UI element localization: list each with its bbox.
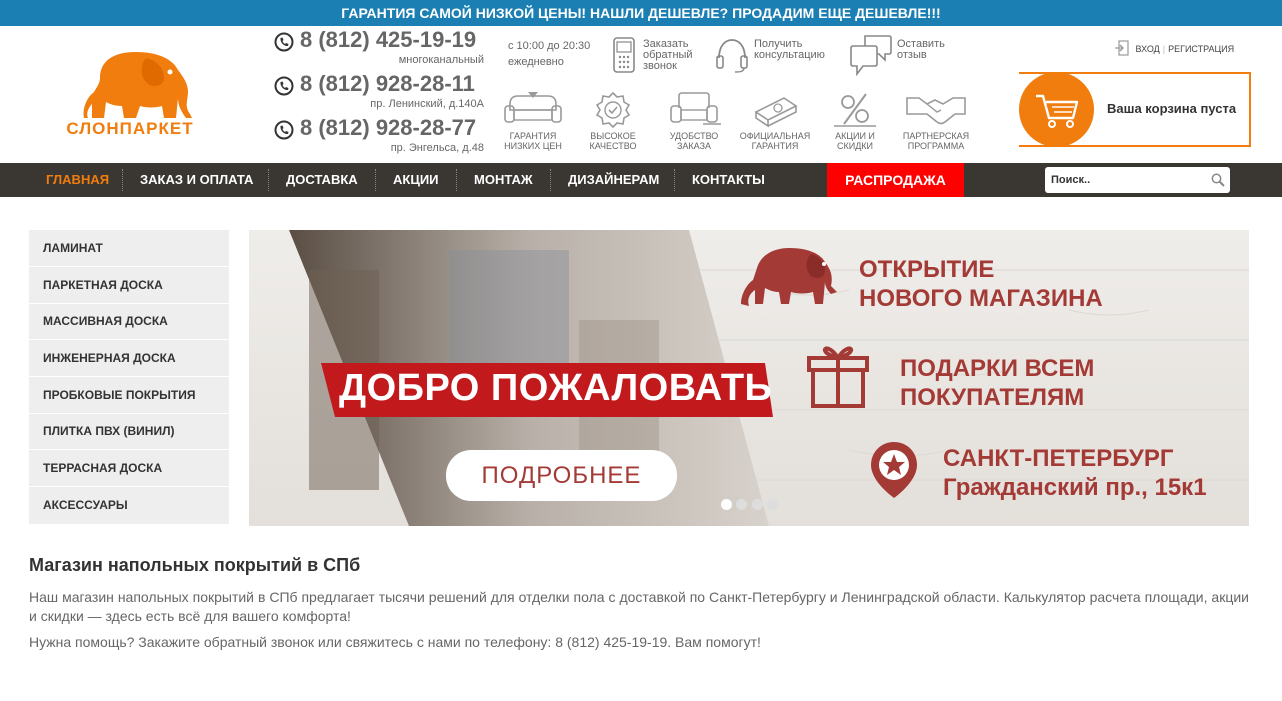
sidebar-item-solid-board[interactable]: Массивная доска: [29, 303, 229, 340]
feature-label: Официальная гарантия: [739, 131, 811, 151]
nav-order-payment[interactable]: Заказ и оплата: [140, 163, 253, 197]
feature-partner-program[interactable]: Партнерская программа: [895, 90, 977, 151]
feature-label: Гарантия низких цен: [504, 131, 562, 151]
headset-icon: [716, 39, 748, 73]
sidebar-item-parquet-board[interactable]: Паркетная доска: [29, 267, 229, 304]
working-hours: с 10:00 до 20:30 ежедневно: [508, 38, 590, 70]
quality-badge-icon: [595, 91, 631, 128]
banner-line-gifts: ПОДАРКИ ВСЕМ ПОКУПАТЕЛЯМ: [900, 355, 1095, 411]
slider-dot[interactable]: [767, 499, 778, 510]
handshake-icon: [906, 97, 966, 125]
phone-icon: [274, 32, 294, 52]
search-input[interactable]: [1051, 167, 1201, 193]
page-title: Магазин напольных покрытий в СПб: [29, 555, 361, 575]
auth-separator: |: [1162, 44, 1166, 54]
sidebar-item-accessories[interactable]: Аксессуары: [29, 487, 229, 524]
percent-icon: [834, 93, 876, 127]
nav-designers[interactable]: Дизайнерам: [568, 163, 659, 197]
promo-topbar: ГАРАНТИЯ САМОЙ НИЗКОЙ ЦЕНЫ! НАШЛИ ДЕШЕВЛ…: [0, 0, 1282, 26]
sidebar-item-laminate[interactable]: Ламинат: [29, 230, 229, 267]
elephant-icon: [83, 52, 192, 118]
feature-label: Акции и скидки: [835, 131, 875, 151]
logo-text: СЛОНПАРКЕТ: [66, 119, 194, 138]
feature-discounts[interactable]: Акции и скидки: [814, 90, 896, 151]
nav-divider: [268, 169, 269, 191]
phone-caption: пр. Ленинский, д.140А: [370, 98, 484, 110]
feature-easy-order[interactable]: Удобство заказа: [653, 90, 735, 151]
sidebar-item-cork[interactable]: Пробковые покрытия: [29, 377, 229, 414]
search-icon[interactable]: [1211, 173, 1225, 187]
cart-circle: [1019, 72, 1094, 147]
consult-label: Получить консультацию: [754, 38, 825, 61]
promo-banner[interactable]: ДОБРО ПОЖАЛОВАТЬ ПОДРОБНЕЕ ОТКРЫТИЕ НОВО…: [249, 230, 1249, 526]
sidebar-item-pvc-tile[interactable]: Плитка ПВХ (винил): [29, 413, 229, 450]
phone-number[interactable]: 8 (812) 425-19-19: [300, 27, 476, 53]
content-paragraph: Наш магазин напольных покрытий в СПб пре…: [29, 589, 1249, 624]
register-link[interactable]: РЕГИСТРАЦИЯ: [1168, 44, 1234, 54]
feature-label: Удобство заказа: [669, 131, 719, 151]
banner-line-address: САНКТ-ПЕТЕРБУРГ Гражданский пр., 15к1: [943, 445, 1207, 501]
content-paragraph: Нужна помощь? Закажите обратный звонок и…: [29, 634, 761, 650]
search-box: [1045, 167, 1230, 193]
feature-low-prices[interactable]: Гарантия низких цен: [492, 90, 574, 151]
slider-dot[interactable]: [752, 499, 763, 510]
banner-line-opening: ОТКРЫТИЕ НОВОГО МАГАЗИНА: [859, 256, 1103, 312]
logo[interactable]: СЛОНПАРКЕТ: [60, 48, 200, 140]
nav-divider: [122, 169, 123, 191]
slider-dot[interactable]: [736, 499, 747, 510]
hours-time: с 10:00 до 20:30: [508, 40, 591, 52]
phone-icon: [274, 120, 294, 140]
feature-label: Высокое качество: [589, 131, 637, 151]
login-link[interactable]: ВХОД: [1136, 44, 1160, 54]
seo-content: Магазин напольных покрытий в СПб Наш маг…: [29, 555, 1249, 659]
callback-link[interactable]: Заказать обратный звонок: [611, 34, 701, 74]
phones-block: 8 (812) 425-19-19 многоканальный 8 (812)…: [272, 26, 484, 163]
hours-days: ежедневно: [508, 56, 564, 68]
nav-divider: [674, 169, 675, 191]
banner-welcome: ДОБРО ПОЖАЛОВАТЬ: [339, 367, 773, 409]
auth-links: ВХОД | РЕГИСТРАЦИЯ: [1115, 40, 1234, 56]
nav-divider: [456, 169, 457, 191]
phone-number[interactable]: 8 (812) 928-28-11: [300, 71, 475, 97]
review-label: Оставить отзыв: [897, 38, 945, 61]
callback-label: Заказать обратный звонок: [643, 38, 693, 72]
catalog-sidebar: Ламинат Паркетная доска Массивная доска …: [29, 230, 229, 524]
nav-home[interactable]: Главная: [46, 163, 109, 197]
banner-more-button[interactable]: ПОДРОБНЕЕ: [446, 450, 677, 501]
sidebar-item-engineered-board[interactable]: Инженерная доска: [29, 340, 229, 377]
nav-installation[interactable]: Монтаж: [474, 163, 533, 197]
sofa-icon: [504, 92, 562, 123]
nav-divider: [550, 169, 551, 191]
review-link[interactable]: Оставить отзыв: [849, 34, 949, 76]
slider-dot[interactable]: [721, 499, 732, 510]
consult-link[interactable]: Получить консультацию: [715, 36, 835, 76]
feature-quality[interactable]: Высокое качество: [572, 90, 654, 151]
nav-delivery[interactable]: Доставка: [286, 163, 358, 197]
sidebar-item-decking[interactable]: Террасная доска: [29, 450, 229, 487]
armchair-icon: [670, 92, 721, 125]
nav-promotions[interactable]: Акции: [393, 163, 439, 197]
phone-number[interactable]: 8 (812) 928-28-77: [300, 115, 476, 141]
nav-contacts[interactable]: Контакты: [692, 163, 765, 197]
speech-bubble-icon: [850, 35, 892, 76]
shopping-cart-icon: [1036, 94, 1079, 128]
cart-widget[interactable]: Ваша корзина пуста: [1019, 72, 1251, 147]
login-icon: [1115, 40, 1129, 56]
phone-icon: [274, 76, 294, 96]
phone-caption: пр. Энгельса, д.48: [390, 142, 484, 154]
phone-caption: многоканальный: [398, 54, 484, 66]
header: СЛОНПАРКЕТ 8 (812) 425-19-19 многоканаль…: [0, 26, 1282, 163]
document-icon: [754, 97, 798, 128]
nav-divider: [375, 169, 376, 191]
cart-status: Ваша корзина пуста: [1107, 101, 1237, 116]
feature-label: Партнерская программа: [902, 131, 970, 151]
feature-official-guarantee[interactable]: Официальная гарантия: [734, 90, 816, 151]
mobile-phone-icon: [613, 37, 635, 73]
main-nav: Главная Заказ и оплата Доставка Акции Мо…: [0, 163, 1282, 197]
nav-sale-button[interactable]: РАСПРОДАЖА: [827, 163, 964, 197]
